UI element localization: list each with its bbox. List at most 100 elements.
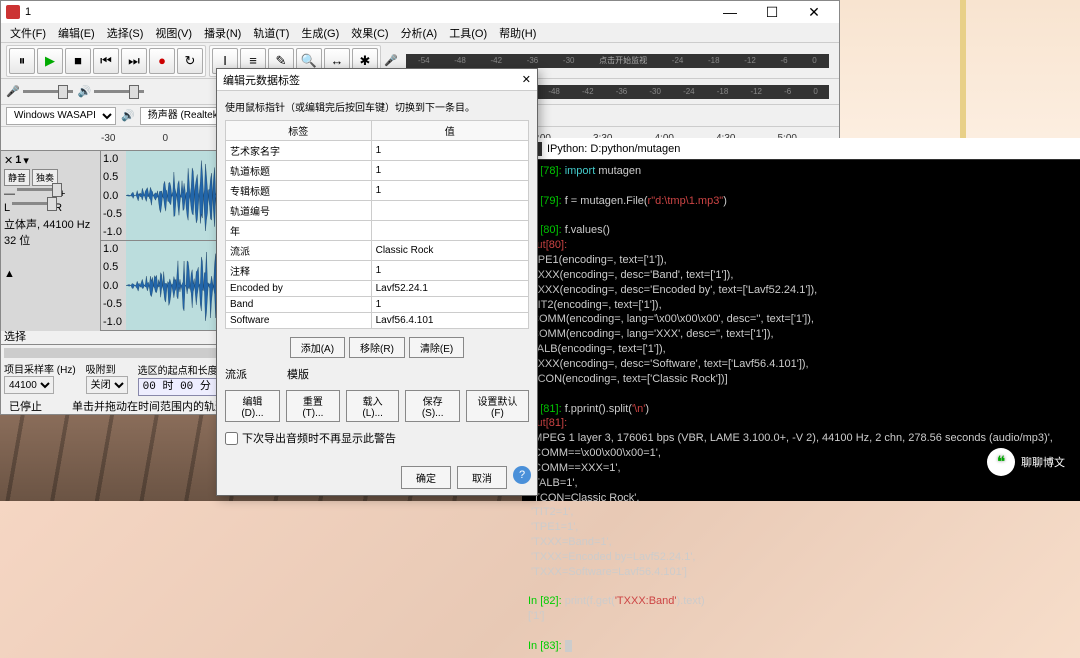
tag-value-cell[interactable]: Lavf52.24.1	[371, 281, 528, 297]
menu-item[interactable]: 选择(S)	[101, 23, 150, 42]
tag-name-cell[interactable]: Band	[226, 297, 372, 313]
skip-end-button[interactable]: ⏭	[121, 48, 147, 74]
tag-value-cell[interactable]: 1	[371, 181, 528, 201]
dialog-button[interactable]: 编辑(D)...	[225, 390, 280, 422]
dont-show-checkbox[interactable]	[225, 432, 238, 445]
tag-value-cell[interactable]: 1	[371, 261, 528, 281]
tag-name-cell[interactable]: 轨道编号	[226, 201, 372, 221]
pause-button[interactable]: ⏸	[9, 48, 35, 74]
gain-slider[interactable]	[17, 188, 57, 191]
tag-value-cell[interactable]	[371, 201, 528, 221]
mute-button[interactable]: 静音	[4, 169, 30, 186]
menu-item[interactable]: 工具(O)	[443, 23, 493, 42]
cancel-button[interactable]: 取消	[457, 466, 507, 489]
table-row[interactable]: 专辑标题1	[226, 181, 529, 201]
metadata-table: 标签值 艺术家名字1轨道标题1专辑标题1轨道编号年流派Classic Rock注…	[225, 120, 529, 329]
app-icon	[6, 5, 20, 19]
table-row[interactable]: 艺术家名字1	[226, 141, 529, 161]
play-button[interactable]: ▶	[37, 48, 63, 74]
menu-item[interactable]: 播录(N)	[198, 23, 247, 42]
tag-value-cell[interactable]	[371, 221, 528, 241]
tag-value-cell[interactable]: Classic Rock	[371, 241, 528, 261]
dialog-button[interactable]: 清除(E)	[409, 337, 464, 358]
maximize-button[interactable]: ☐	[752, 2, 792, 22]
tag-name-cell[interactable]: 年	[226, 221, 372, 241]
track-control-panel[interactable]: ✕ 1 ▾ 静音独奏 —+ LR 立体声, 44100 Hz 32 位 ▲选择	[1, 151, 101, 331]
tag-value-cell[interactable]: 1	[371, 297, 528, 313]
menu-item[interactable]: 帮助(H)	[493, 23, 542, 42]
tag-name-cell[interactable]: 艺术家名字	[226, 141, 372, 161]
wechat-icon: ❝	[987, 448, 1015, 476]
tag-value-cell[interactable]: 1	[371, 161, 528, 181]
ipython-terminal: IPython: D:python/mutagen In [78]: impor…	[522, 138, 1080, 501]
skip-start-button[interactable]: ⏮	[93, 48, 119, 74]
terminal-title-text: IPython: D:python/mutagen	[547, 143, 680, 155]
dialog-button[interactable]: 保存(S)...	[405, 390, 459, 422]
tag-name-cell[interactable]: 流派	[226, 241, 372, 261]
table-row[interactable]: 流派Classic Rock	[226, 241, 529, 261]
tag-name-cell[interactable]: 注释	[226, 261, 372, 281]
table-row[interactable]: 轨道编号	[226, 201, 529, 221]
timeline-tick: 0	[163, 133, 225, 144]
tag-name-cell[interactable]: Encoded by	[226, 281, 372, 297]
timeline-tick: -30	[101, 133, 163, 144]
tag-name-cell[interactable]: 轨道标题	[226, 161, 372, 181]
snap-label: 吸附到	[86, 365, 116, 376]
dialog-button[interactable]: 移除(R)	[349, 337, 405, 358]
column-header-tag: 标签	[226, 121, 372, 141]
table-row[interactable]: 注释1	[226, 261, 529, 281]
input-volume-slider[interactable]	[23, 90, 73, 93]
watermark-text: 聊聊博文	[1021, 454, 1065, 470]
menu-item[interactable]: 视图(V)	[149, 23, 198, 42]
playback-meter[interactable]: -54-48-42-36-30-24-18-12-60	[504, 85, 829, 99]
ok-button[interactable]: 确定	[401, 466, 451, 489]
output-volume-slider[interactable]	[94, 90, 144, 93]
loop-button[interactable]: ↻	[177, 48, 203, 74]
dialog-button[interactable]: 重置(T)...	[286, 390, 340, 422]
dialog-button[interactable]: 载入(L)...	[346, 390, 400, 422]
menu-item[interactable]: 文件(F)	[4, 23, 52, 42]
watermark: ❝ 聊聊博文	[987, 448, 1065, 476]
speaker-icon: 🔊	[78, 85, 92, 98]
stop-button[interactable]: ■	[65, 48, 91, 74]
chevron-down-icon[interactable]: ▾	[23, 154, 29, 167]
minimize-button[interactable]: —	[710, 2, 750, 22]
dialog-titlebar: 编辑元数据标签 ✕	[217, 69, 537, 91]
rate-label: 项目采样率 (Hz)	[4, 365, 76, 376]
close-icon[interactable]: ✕	[522, 73, 531, 86]
menu-item[interactable]: 分析(A)	[395, 23, 444, 42]
menu-item[interactable]: 效果(C)	[345, 23, 394, 42]
menu-item[interactable]: 轨道(T)	[247, 23, 295, 42]
column-header-value: 值	[371, 121, 528, 141]
tag-value-cell[interactable]: Lavf56.4.101	[371, 313, 528, 329]
dialog-hint: 使用鼠标指针（或编辑完后按回车键）切换到下一条目。	[225, 99, 529, 114]
close-track-icon[interactable]: ✕	[4, 154, 13, 167]
terminal-output[interactable]: In [78]: import mutagen In [79]: f = mut…	[522, 160, 1080, 658]
record-button[interactable]: ●	[149, 48, 175, 74]
table-row[interactable]: Encoded byLavf52.24.1	[226, 281, 529, 297]
table-row[interactable]: 年	[226, 221, 529, 241]
menu-item[interactable]: 生成(G)	[295, 23, 345, 42]
help-button[interactable]: ?	[513, 466, 531, 484]
dialog-button[interactable]: 设置默认(F)	[466, 390, 529, 422]
genre-section-label: 流派	[225, 366, 247, 382]
titlebar: 1 — ☐ ✕	[1, 1, 839, 23]
table-row[interactable]: Band1	[226, 297, 529, 313]
tag-name-cell[interactable]: 专辑标题	[226, 181, 372, 201]
dialog-button[interactable]: 添加(A)	[290, 337, 345, 358]
pan-slider[interactable]	[12, 202, 52, 205]
metadata-editor-dialog: 编辑元数据标签 ✕ 使用鼠标指针（或编辑完后按回车键）切换到下一条目。 标签值 …	[216, 68, 538, 496]
menu-item[interactable]: 编辑(E)	[52, 23, 101, 42]
tag-name-cell[interactable]: Software	[226, 313, 372, 329]
track-format-label: 立体声, 44100 Hz	[4, 216, 97, 232]
snap-select[interactable]: 关闭	[86, 376, 128, 394]
close-button[interactable]: ✕	[794, 2, 834, 22]
tag-value-cell[interactable]: 1	[371, 141, 528, 161]
sample-rate-select[interactable]: 44100	[4, 376, 54, 394]
audio-host-select[interactable]: Windows WASAPI	[6, 107, 116, 125]
table-row[interactable]: 轨道标题1	[226, 161, 529, 181]
terminal-titlebar: IPython: D:python/mutagen	[522, 138, 1080, 160]
selection-label: 选区的起点和长度:	[138, 366, 221, 377]
table-row[interactable]: SoftwareLavf56.4.101	[226, 313, 529, 329]
recording-meter[interactable]: -54-48-42-36-30 点击开始监视 -24-18-12-60	[406, 54, 829, 68]
